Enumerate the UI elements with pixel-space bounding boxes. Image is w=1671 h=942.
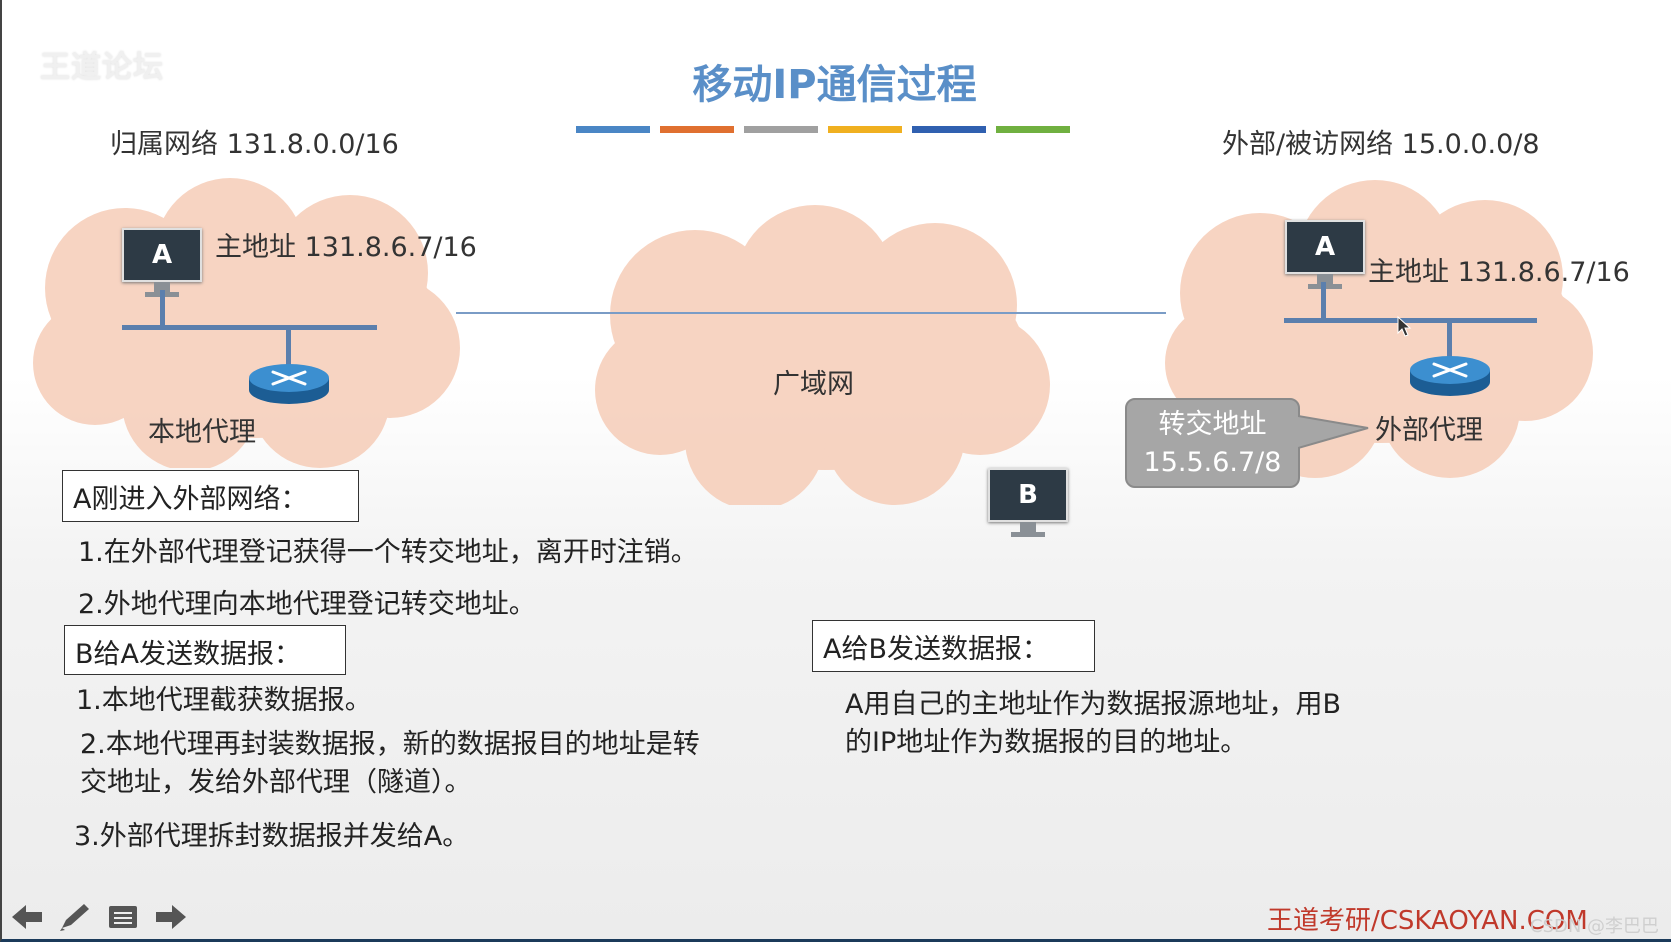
color-bar xyxy=(576,126,650,133)
section2-step: 1.本地代理截获数据报。 xyxy=(76,685,372,716)
callout-line-1: 转交地址 xyxy=(1158,409,1267,440)
wan-cloud xyxy=(595,205,1050,505)
section3-line: A用自己的主地址作为数据报源地址，用B xyxy=(845,689,1341,720)
wan-label: 广域网 xyxy=(773,369,854,400)
monitor-icon: B xyxy=(988,468,1068,522)
back-arrow-icon[interactable] xyxy=(10,902,46,932)
router-icon xyxy=(249,364,329,404)
home-host-link xyxy=(160,290,165,328)
section3-line: 的IP地址作为数据报的目的地址。 xyxy=(845,727,1248,758)
foreign-host-a: A xyxy=(1285,220,1365,289)
callout-pointer xyxy=(1298,415,1369,449)
home-host-address: 主地址 131.8.6.7/16 xyxy=(215,232,477,263)
color-bar xyxy=(828,126,902,133)
section2-step: 3.外部代理拆封数据报并发给A。 xyxy=(74,821,470,852)
section2-heading: B给A发送数据报： xyxy=(64,625,346,675)
menu-icon[interactable] xyxy=(105,902,141,932)
home-network-label: 归属网络 131.8.0.0/16 xyxy=(110,129,399,160)
router-icon xyxy=(1410,356,1490,396)
home-lan-bus xyxy=(122,325,377,330)
csdn-watermark: CSDN @李巴巴 xyxy=(1530,916,1660,937)
monitor-base xyxy=(1011,532,1045,537)
foreign-host-address: 主地址 131.8.6.7/16 xyxy=(1368,257,1630,288)
foreign-host-link xyxy=(1321,282,1326,320)
mouse-cursor-icon xyxy=(1397,316,1412,337)
section1-step: 2.外地代理向本地代理登记转交地址。 xyxy=(78,589,536,620)
section3-heading: A给B发送数据报： xyxy=(812,620,1095,672)
care-of-address-callout: 转交地址 15.5.6.7/8 xyxy=(1125,398,1300,488)
section1-step: 1.在外部代理登记获得一个转交地址，离开时注销。 xyxy=(78,537,698,568)
home-agent-label: 本地代理 xyxy=(148,417,256,448)
forward-arrow-icon[interactable] xyxy=(152,902,188,932)
foreign-network-label: 外部/被访网络 15.0.0.0/8 xyxy=(1222,129,1540,160)
section2-step: 2.本地代理再封装数据报，新的数据报目的地址是转 xyxy=(80,729,700,760)
callout-line-2: 15.5.6.7/8 xyxy=(1143,447,1282,478)
color-bar xyxy=(660,126,734,133)
home-host-a: A xyxy=(122,228,202,297)
color-bar xyxy=(744,126,818,133)
host-b: B xyxy=(988,468,1068,537)
monitor-stand xyxy=(1020,522,1036,532)
color-bar xyxy=(912,126,986,133)
section1-heading: A刚进入外部网络： xyxy=(62,470,359,522)
slide-title: 移动IP通信过程 xyxy=(692,62,977,108)
color-bar-strip xyxy=(576,126,1070,133)
wan-link-line xyxy=(456,312,1166,314)
foreign-agent-label: 外部代理 xyxy=(1375,415,1483,446)
color-bar xyxy=(996,126,1070,133)
monitor-icon: A xyxy=(1285,220,1365,274)
monitor-icon: A xyxy=(122,228,202,282)
pen-icon[interactable] xyxy=(56,902,92,932)
section2-step: 交地址，发给外部代理（隧道）。 xyxy=(80,767,472,798)
